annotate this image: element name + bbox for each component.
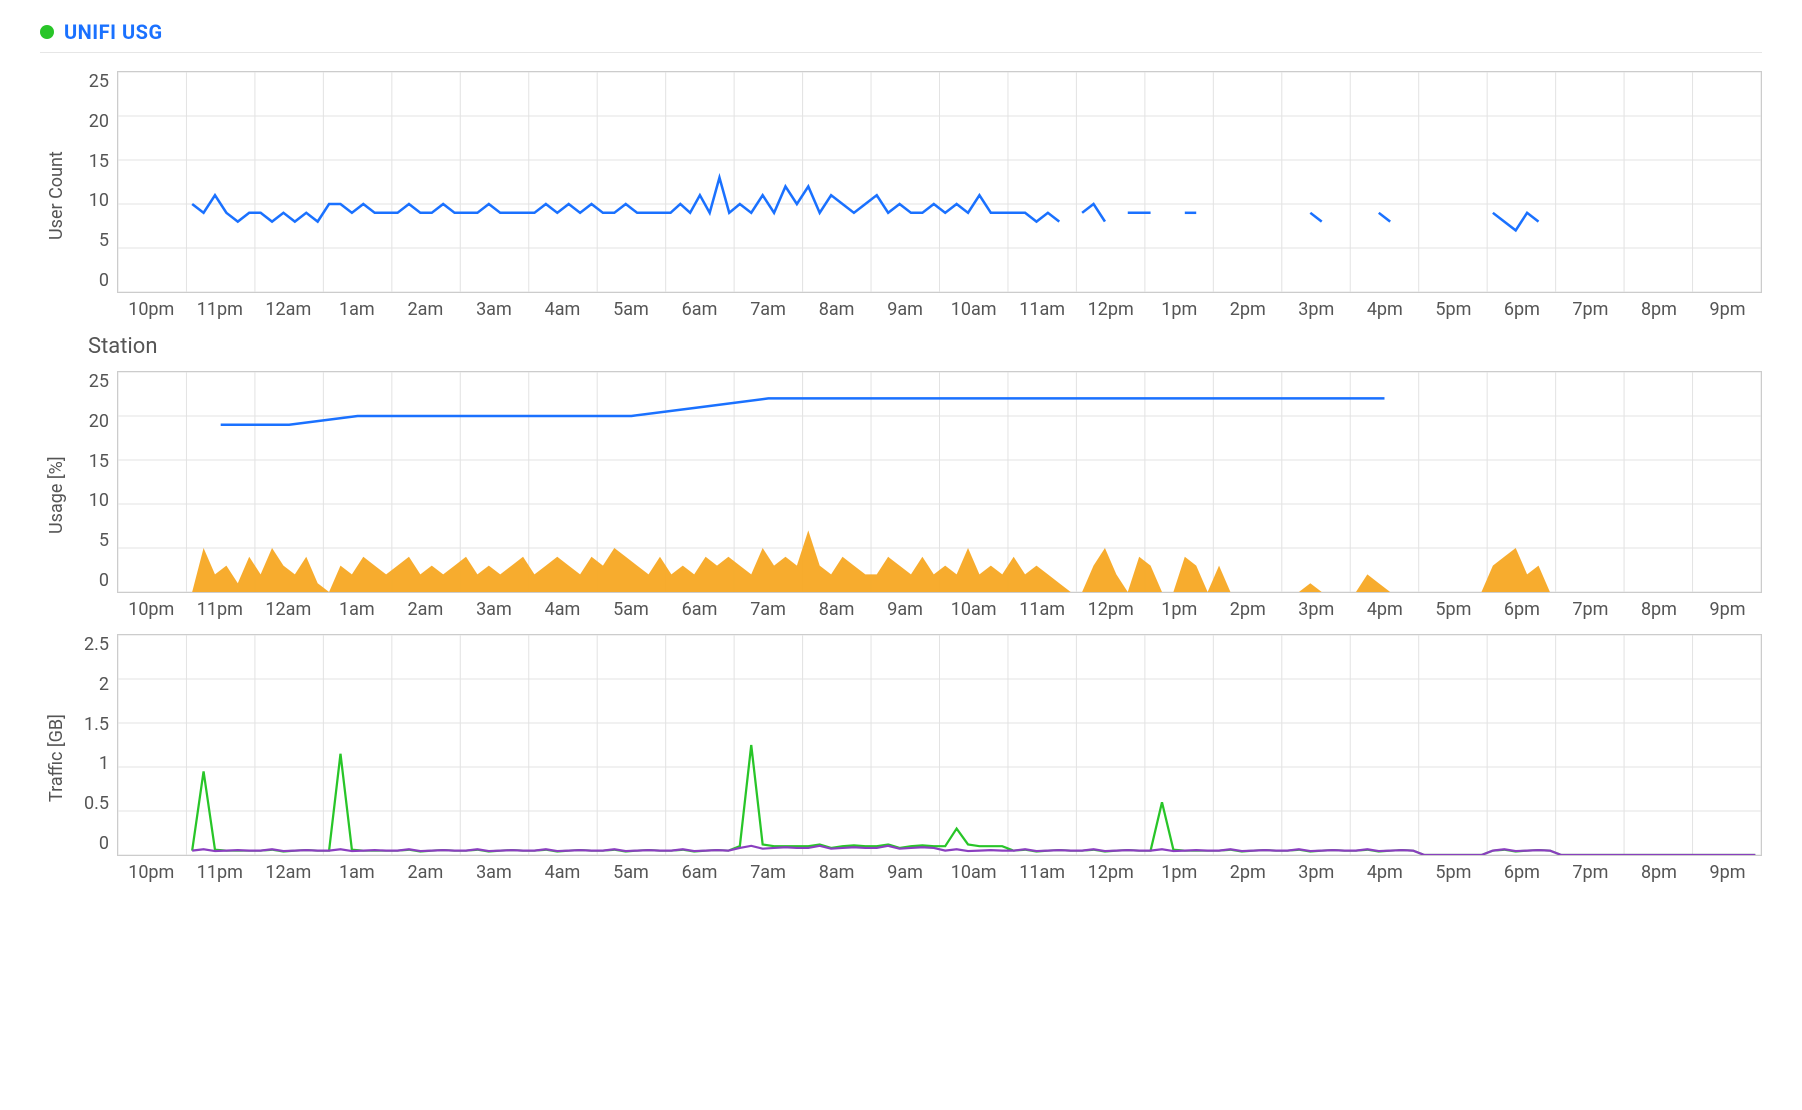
y-ticks-traffic: 2.5 2 1.5 1 0.5 0 (67, 634, 117, 854)
x-ticks-usage: 10pm11pm12am1am2am3am4am5am6am7am8am9am1… (117, 593, 1762, 620)
plot-usage[interactable] (117, 371, 1762, 593)
subtitle-station: Station (88, 334, 1762, 359)
device-header: UNIFI USG (40, 20, 1762, 53)
chart-user-count: User Count 25 20 15 10 5 0 10pm11pm12am1… (40, 71, 1762, 320)
axis-label-user-count: User Count (40, 71, 67, 320)
x-ticks-traffic: 10pm11pm12am1am2am3am4am5am6am7am8am9am1… (117, 856, 1762, 883)
device-title[interactable]: UNIFI USG (64, 20, 163, 44)
y-ticks-usage: 25 20 15 10 5 0 (67, 371, 117, 591)
axis-label-traffic: Traffic [GB] (40, 634, 67, 883)
chart-usage: Usage [%] 25 20 15 10 5 0 10pm11pm12am1a… (40, 371, 1762, 620)
chart-traffic: Traffic [GB] 2.5 2 1.5 1 0.5 0 10pm11pm1… (40, 634, 1762, 883)
axis-label-usage: Usage [%] (40, 371, 67, 620)
status-dot-icon (40, 25, 54, 39)
plot-traffic[interactable] (117, 634, 1762, 856)
y-ticks-user-count: 25 20 15 10 5 0 (67, 71, 117, 291)
plot-user-count[interactable] (117, 71, 1762, 293)
x-ticks-user-count: 10pm11pm12am1am2am3am4am5am6am7am8am9am1… (117, 293, 1762, 320)
